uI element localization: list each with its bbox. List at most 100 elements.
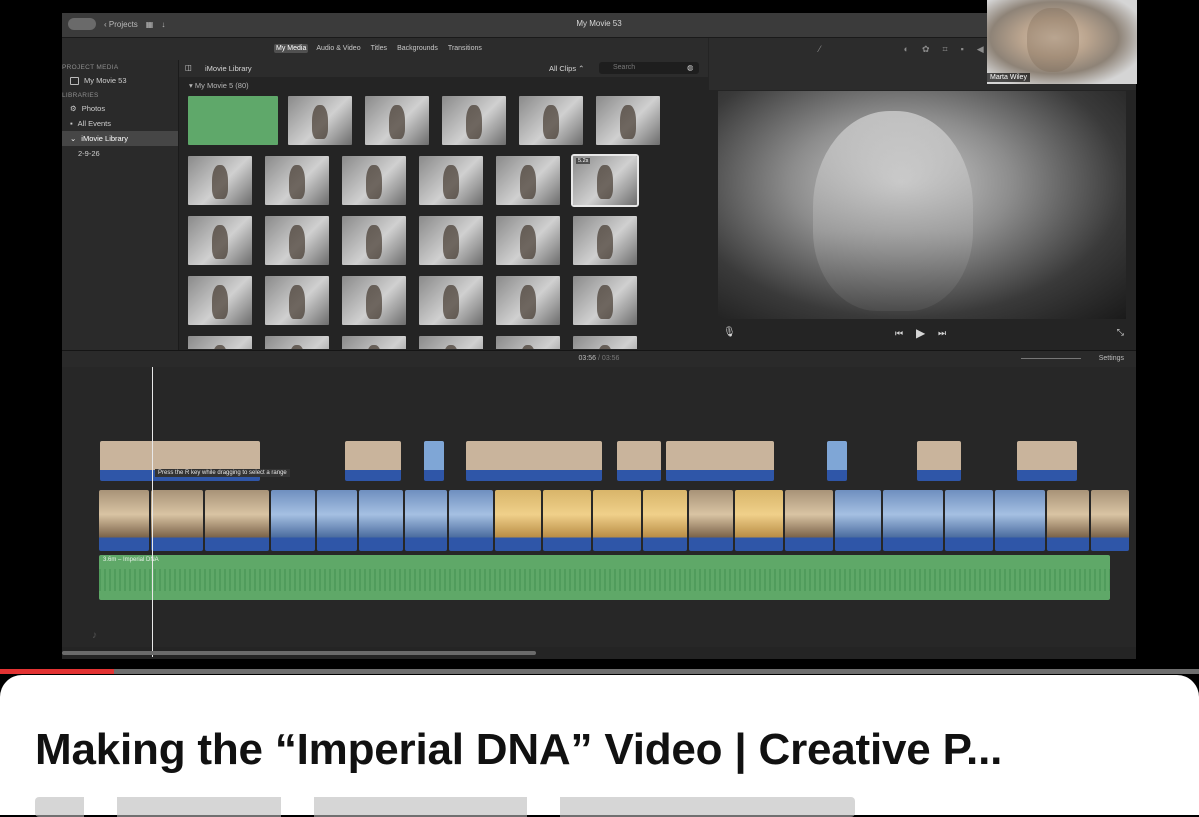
broll-clip[interactable] (617, 441, 661, 481)
playhead[interactable] (152, 367, 153, 657)
main-clip[interactable] (735, 490, 783, 551)
clip-thumbnail[interactable] (496, 216, 560, 265)
timeline-scrollbar[interactable] (62, 651, 536, 655)
main-clip[interactable] (405, 490, 447, 551)
tab-my-media[interactable]: My Media (274, 44, 309, 53)
clip-grid: 5.2s (188, 96, 708, 349)
clip-thumbnail[interactable] (419, 336, 483, 349)
clip-thumbnail[interactable] (496, 276, 560, 325)
broll-clip[interactable] (345, 441, 401, 481)
clip-thumbnail[interactable] (188, 336, 252, 349)
main-clip[interactable] (99, 490, 149, 551)
main-clip[interactable] (643, 490, 687, 551)
main-clip[interactable] (785, 490, 833, 551)
video-info-card: Making the “Imperial DNA” Video | Creati… (0, 675, 1199, 817)
chevron-down-icon: ⌄ (70, 134, 77, 143)
main-clip[interactable] (359, 490, 403, 551)
main-clip[interactable] (883, 490, 943, 551)
clip-thumbnail[interactable] (419, 156, 483, 205)
play-icon[interactable]: ▶ (916, 326, 925, 340)
broll-clip[interactable] (466, 441, 602, 481)
clip-thumbnail[interactable] (342, 216, 406, 265)
main-clip[interactable] (689, 490, 733, 551)
clip-thumbnail[interactable] (419, 276, 483, 325)
event-header[interactable]: ▾ My Movie 5 (80) (189, 81, 249, 90)
clip-thumbnail[interactable] (265, 336, 329, 349)
stabilization-icon[interactable]: ▪ (961, 44, 964, 57)
main-clip[interactable] (495, 490, 541, 551)
main-clip[interactable] (543, 490, 591, 551)
sidebar-toggle-icon[interactable]: ◫ (185, 63, 192, 72)
main-clip[interactable] (271, 490, 315, 551)
webcam-overlay: Marta Wiley (987, 0, 1137, 84)
video-preview[interactable] (718, 91, 1126, 319)
clip-thumbnail[interactable] (342, 336, 406, 349)
tab-transitions[interactable]: Transitions (446, 44, 484, 53)
main-clip[interactable] (593, 490, 641, 551)
main-clip[interactable] (1047, 490, 1089, 551)
microphone-icon[interactable]: 🎙 (723, 327, 736, 338)
crop-icon[interactable]: ⌗ (943, 44, 948, 57)
timeline-settings-button[interactable]: Settings (1099, 355, 1124, 362)
clip-thumbnail[interactable] (496, 336, 560, 349)
skip-back-icon[interactable]: ⏮ (895, 328, 903, 339)
clip-thumbnail[interactable] (188, 96, 278, 145)
color-correction-icon[interactable]: ✿ (922, 44, 930, 57)
sidebar-item-event-date[interactable]: 2-9-26 (62, 146, 178, 161)
video-title[interactable]: Making the “Imperial DNA” Video | Creati… (35, 725, 1002, 775)
skip-forward-icon[interactable]: ⏭ (938, 328, 946, 339)
fullscreen-icon[interactable]: ⤡ (1117, 327, 1124, 338)
video-progress-bar[interactable] (0, 669, 1199, 674)
main-clip[interactable] (945, 490, 993, 551)
tab-audio-video[interactable]: Audio & Video (314, 44, 362, 53)
color-balance-icon[interactable]: ◐ (904, 44, 909, 57)
clip-thumbnail[interactable] (519, 96, 583, 145)
clip-thumbnail[interactable] (188, 276, 252, 325)
broll-clip[interactable] (917, 441, 961, 481)
clip-thumbnail-selected[interactable]: 5.2s (571, 154, 639, 207)
sidebar-item-all-events[interactable]: ▪ All Events (62, 116, 178, 131)
main-clip[interactable] (151, 490, 203, 551)
timeline[interactable]: 3.6m – Imperial DNA ♪ (62, 367, 1136, 647)
clip-thumbnail[interactable] (265, 216, 329, 265)
clip-thumbnail[interactable] (265, 156, 329, 205)
sidebar-item-photos[interactable]: ⚙ Photos (62, 101, 178, 116)
clip-thumbnail[interactable] (288, 96, 352, 145)
broll-clip[interactable] (424, 441, 444, 481)
clip-thumbnail[interactable] (188, 156, 252, 205)
clip-thumbnail[interactable] (573, 216, 637, 265)
timeline-zoom-slider[interactable] (1021, 358, 1081, 359)
tab-backgrounds[interactable]: Backgrounds (395, 44, 440, 53)
clip-thumbnail[interactable] (496, 156, 560, 205)
clip-thumbnail[interactable] (573, 276, 637, 325)
main-clip[interactable] (835, 490, 881, 551)
main-clip[interactable] (1091, 490, 1129, 551)
clip-thumbnail[interactable] (419, 216, 483, 265)
viewer-controls: 🎙 ⏮ ▶ ⏭ ⤡ (709, 321, 1136, 347)
video-meta-line (35, 797, 855, 817)
main-clip[interactable] (995, 490, 1045, 551)
clip-thumbnail[interactable] (265, 276, 329, 325)
settings-icon[interactable]: ◍ (687, 63, 694, 72)
clip-thumbnail[interactable] (365, 96, 429, 145)
tab-titles[interactable]: Titles (369, 44, 389, 53)
search-input[interactable]: Search (599, 62, 699, 74)
clip-thumbnail[interactable] (188, 216, 252, 265)
sidebar-item-imovie-library[interactable]: ⌄ iMovie Library (62, 131, 178, 146)
clip-thumbnail[interactable] (596, 96, 660, 145)
clip-duration-badge: 5.2s (576, 158, 591, 164)
clip-thumbnail[interactable] (442, 96, 506, 145)
broll-clip[interactable] (666, 441, 774, 481)
broll-clip[interactable] (827, 441, 847, 481)
volume-icon[interactable]: ◀ (977, 44, 984, 57)
main-clip[interactable] (317, 490, 357, 551)
main-clip[interactable] (205, 490, 269, 551)
clip-thumbnail[interactable] (342, 276, 406, 325)
magic-wand-icon[interactable]: ⁄ (819, 44, 821, 57)
clip-thumbnail[interactable] (342, 156, 406, 205)
clip-thumbnail[interactable] (573, 336, 637, 349)
main-clip[interactable] (449, 490, 493, 551)
broll-clip[interactable] (1017, 441, 1077, 481)
sidebar-item-project[interactable]: My Movie 53 (62, 73, 178, 88)
all-clips-select[interactable]: All Clips ⌃ (549, 64, 584, 73)
